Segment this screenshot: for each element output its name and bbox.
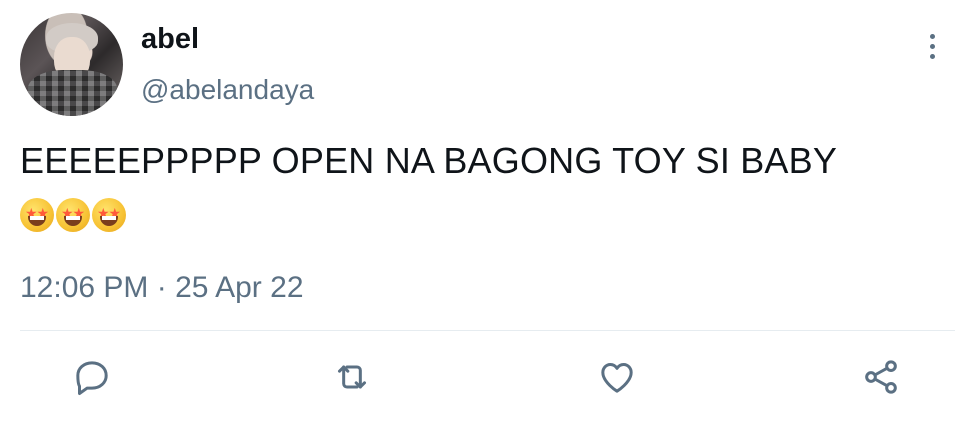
heart-icon[interactable] <box>594 354 640 400</box>
more-options-icon[interactable] <box>920 34 944 62</box>
emoji-row: ★ ★ ★ ★ ★ ★ <box>20 198 126 232</box>
star-struck-emoji: ★ ★ <box>20 198 54 232</box>
reply-icon[interactable] <box>69 354 115 400</box>
retweet-icon[interactable] <box>329 354 375 400</box>
tweet-timestamp[interactable]: 12:06 PM · 25 Apr 22 <box>20 271 304 305</box>
action-bar <box>0 354 975 404</box>
star-struck-emoji: ★ ★ <box>56 198 90 232</box>
user-handle[interactable]: @abelandaya <box>141 74 314 106</box>
display-name[interactable]: abel <box>141 23 199 56</box>
tweet-text: EEEEEPPPPP OPEN NA BAGONG TOY SI BABY <box>20 140 838 181</box>
divider <box>20 330 955 331</box>
star-struck-emoji: ★ ★ <box>92 198 126 232</box>
avatar[interactable] <box>20 13 123 116</box>
share-icon[interactable] <box>858 354 904 400</box>
